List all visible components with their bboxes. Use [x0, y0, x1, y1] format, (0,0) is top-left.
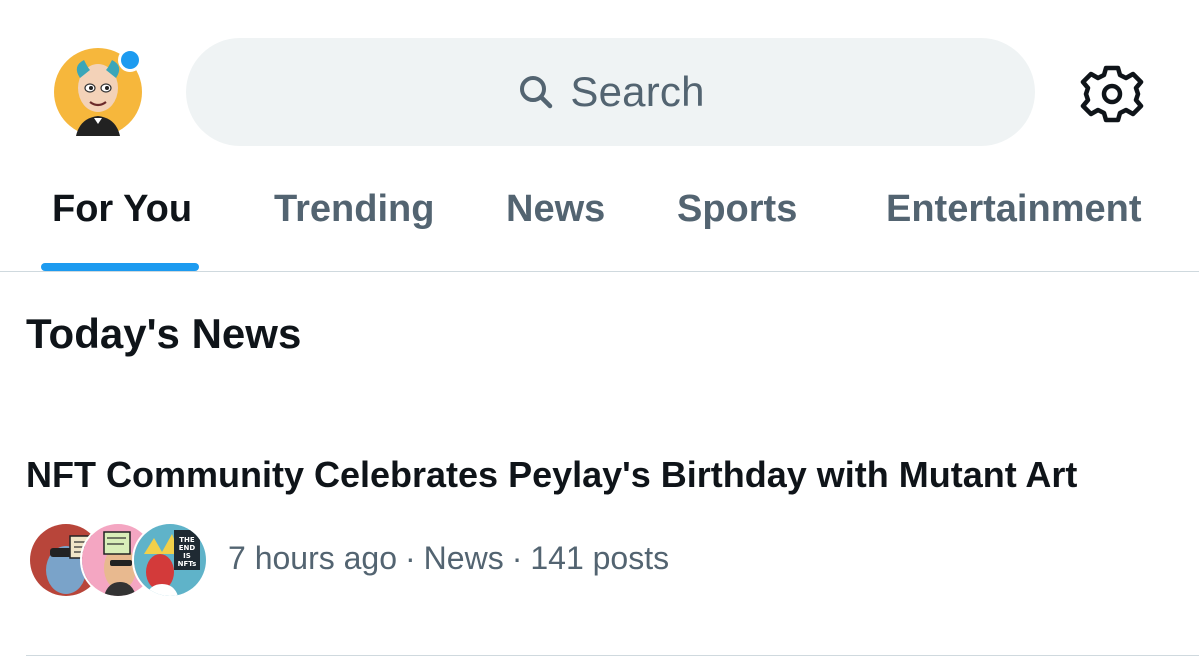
news-meta: 7 hours ago · News · 141 posts — [228, 540, 669, 577]
news-item[interactable]: NFT Community Celebrates Peylay's Birthd… — [0, 430, 1199, 656]
search-placeholder: Search — [570, 68, 705, 115]
search-bar[interactable]: Search — [186, 38, 1035, 146]
tab-sports[interactable]: Sports — [677, 188, 797, 231]
active-tab-indicator — [41, 263, 199, 271]
gear-icon — [1080, 65, 1144, 123]
svg-text:THE: THE — [179, 536, 195, 544]
tab-trending[interactable]: Trending — [274, 188, 434, 231]
section-title: Today's News — [26, 310, 302, 357]
meta-separator: · — [511, 540, 523, 576]
svg-text:END: END — [179, 544, 196, 552]
svg-text:NFTs: NFTs — [178, 560, 197, 568]
profile-avatar[interactable] — [54, 48, 142, 136]
news-post-count: 141 posts — [530, 540, 670, 576]
tab-bar: For You Trending News Sports Entertainme… — [0, 170, 1199, 272]
avatar-image: THE END IS NFTs — [134, 524, 206, 596]
tab-for-you[interactable]: For You — [52, 188, 192, 231]
notification-dot — [118, 48, 142, 72]
news-category: News — [423, 540, 504, 576]
explore-page: Search For You Trending News Sports Ente… — [0, 0, 1199, 672]
tab-news[interactable]: News — [506, 188, 605, 231]
news-time: 7 hours ago — [228, 540, 398, 576]
item-divider — [26, 655, 1199, 656]
news-headline: NFT Community Celebrates Peylay's Birthd… — [26, 454, 1078, 495]
tab-entertainment[interactable]: Entertainment — [886, 188, 1141, 231]
post-avatar: THE END IS NFTs — [132, 522, 208, 598]
svg-text:IS: IS — [183, 552, 191, 560]
search-icon — [520, 76, 553, 109]
settings-button[interactable] — [1080, 62, 1144, 126]
meta-separator: · — [405, 540, 416, 576]
post-avatars: THE END IS NFTs — [28, 522, 208, 598]
tab-divider — [0, 271, 1199, 272]
